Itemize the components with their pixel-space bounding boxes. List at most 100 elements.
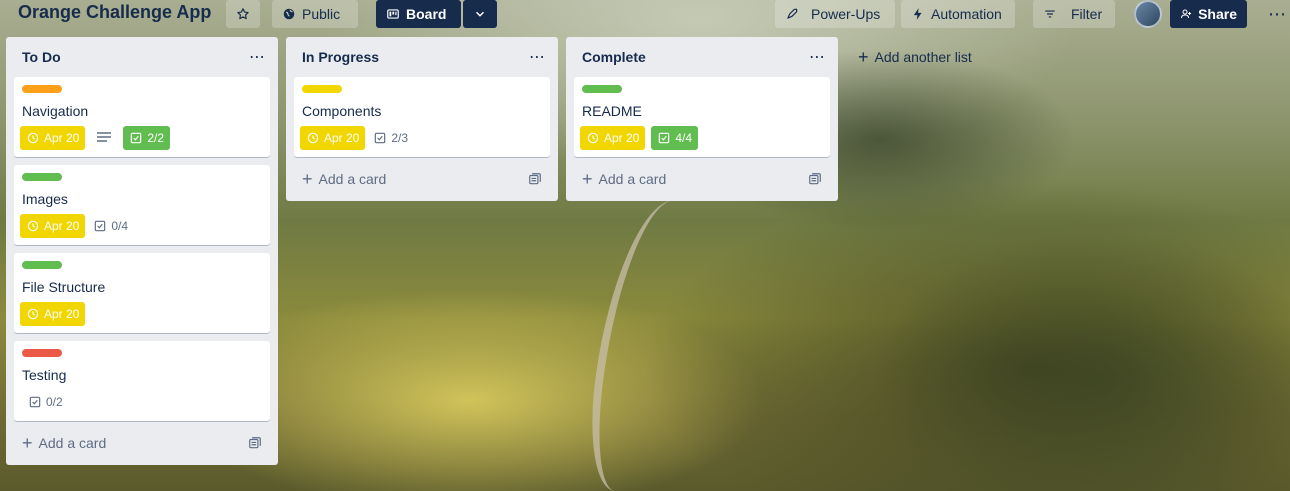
checklist-badge: 4/4 (651, 126, 699, 150)
filter-button[interactable]: Filter (1033, 0, 1115, 28)
add-card-button[interactable]: + Add a card (294, 165, 550, 193)
board-view-button[interactable]: Board (376, 0, 461, 28)
list-menu-button[interactable]: ⋯ (805, 47, 830, 67)
checklist-badge: 0/4 (91, 214, 130, 238)
description-icon (97, 132, 112, 142)
card-template-icon[interactable] (528, 172, 542, 186)
add-member-icon (1181, 9, 1192, 19)
list-menu-button[interactable]: ⋯ (245, 47, 270, 67)
card-title: README (582, 103, 642, 119)
card-badges: Apr 20 2/3 (300, 126, 542, 150)
card-components[interactable]: Components Apr 20 2/3 (294, 77, 550, 157)
due-date-text: Apr 20 (324, 131, 360, 145)
card-badges: Apr 20 4/4 (580, 126, 822, 150)
due-date-badge[interactable]: Apr 20 (580, 126, 646, 150)
due-date-badge[interactable]: Apr 20 (20, 126, 86, 150)
card-label (22, 349, 62, 357)
card-label (302, 85, 342, 93)
checklist-badge: 2/2 (123, 126, 171, 150)
clock-icon (27, 220, 39, 232)
automation-label: Automation (931, 6, 1002, 22)
card-navigation[interactable]: Navigation Apr 20 2/2 (14, 77, 270, 157)
card-readme[interactable]: README Apr 20 4/4 (574, 77, 830, 157)
card-template-icon[interactable] (808, 172, 822, 186)
card-title: Components (302, 103, 382, 119)
add-list-label: Add another list (874, 49, 972, 65)
globe-icon (283, 8, 295, 20)
card-badges: 0/2 (20, 390, 262, 414)
checklist-badge: 0/2 (26, 390, 65, 414)
card-label (582, 85, 622, 93)
card-title: Testing (22, 367, 67, 383)
card-title: File Structure (22, 279, 106, 295)
background-hill (640, 180, 1290, 491)
list-to-do: To Do ⋯ Navigation Apr 20 2/2 Images Apr… (6, 37, 278, 465)
due-date-text: Apr 20 (44, 131, 80, 145)
due-date-badge[interactable]: Apr 20 (300, 126, 366, 150)
board-title[interactable]: Orange Challenge App (18, 2, 211, 23)
automation-button[interactable]: Automation (901, 0, 1015, 28)
card-title: Images (22, 191, 68, 207)
visibility-button[interactable]: Public (272, 0, 358, 28)
star-icon (237, 8, 249, 20)
due-date-text: Apr 20 (44, 307, 80, 321)
checkbox-icon (95, 220, 106, 232)
board-view-label: Board (406, 6, 447, 22)
card-label (22, 261, 62, 269)
clock-icon (27, 308, 39, 320)
list-header: In Progress ⋯ (294, 37, 550, 77)
board-menu-button[interactable]: ⋯ (1268, 4, 1287, 25)
clock-icon (27, 132, 39, 144)
checklist-text: 0/2 (46, 395, 63, 409)
checkbox-icon (659, 132, 670, 144)
add-card-label: Add a card (598, 171, 667, 187)
checklist-text: 2/3 (391, 131, 409, 145)
due-date-badge[interactable]: Apr 20 (20, 302, 86, 326)
due-date-badge[interactable]: Apr 20 (20, 214, 86, 238)
list-title[interactable]: In Progress (302, 49, 379, 65)
checkbox-icon (29, 396, 41, 408)
list-menu-button[interactable]: ⋯ (525, 47, 550, 67)
add-list-button[interactable]: + Add another list (858, 45, 972, 69)
lightning-icon (913, 8, 922, 20)
checklist-text: 2/2 (147, 131, 165, 145)
list-complete: Complete ⋯ README Apr 20 4/4 + Add a car… (566, 37, 838, 201)
plus-icon: + (22, 433, 33, 453)
list-in-progress: In Progress ⋯ Components Apr 20 2/3 + Ad… (286, 37, 558, 201)
card-badges: Apr 20 0/4 (20, 214, 262, 238)
power-ups-label: Power-Ups (811, 6, 881, 22)
add-card-label: Add a card (318, 171, 387, 187)
board-header: Orange Challenge App Public Board Power-… (0, 0, 1290, 28)
list-title[interactable]: To Do (22, 49, 61, 65)
add-card-button[interactable]: + Add a card (14, 429, 270, 457)
view-switcher-button[interactable] (463, 0, 497, 28)
power-ups-button[interactable]: Power-Ups (775, 0, 895, 28)
plus-icon: + (582, 169, 593, 189)
member-avatar[interactable] (1134, 0, 1162, 28)
share-button[interactable]: Share (1170, 0, 1247, 28)
board-icon (387, 9, 399, 19)
card-images[interactable]: Images Apr 20 0/4 (14, 165, 270, 245)
filter-icon (1045, 10, 1055, 18)
due-date-text: Apr 20 (604, 131, 640, 145)
add-card-label: Add a card (38, 435, 107, 451)
card-testing[interactable]: Testing 0/2 (14, 341, 270, 421)
card-badges: Apr 20 (20, 302, 262, 326)
checkbox-icon (131, 132, 142, 144)
card-label (22, 173, 62, 181)
filter-label: Filter (1071, 6, 1103, 22)
add-card-button[interactable]: + Add a card (574, 165, 830, 193)
card-title: Navigation (22, 103, 89, 119)
checkbox-icon (375, 132, 386, 144)
clock-icon (587, 132, 599, 144)
share-label: Share (1198, 6, 1237, 22)
card-file-structure[interactable]: File Structure Apr 20 (14, 253, 270, 333)
card-template-icon[interactable] (248, 436, 262, 450)
plus-icon: + (302, 169, 313, 189)
rocket-icon (787, 8, 798, 19)
checklist-text: 4/4 (675, 131, 693, 145)
list-header: To Do ⋯ (14, 37, 270, 77)
card-label (22, 85, 62, 93)
star-button[interactable] (226, 0, 260, 28)
list-title[interactable]: Complete (582, 49, 646, 65)
